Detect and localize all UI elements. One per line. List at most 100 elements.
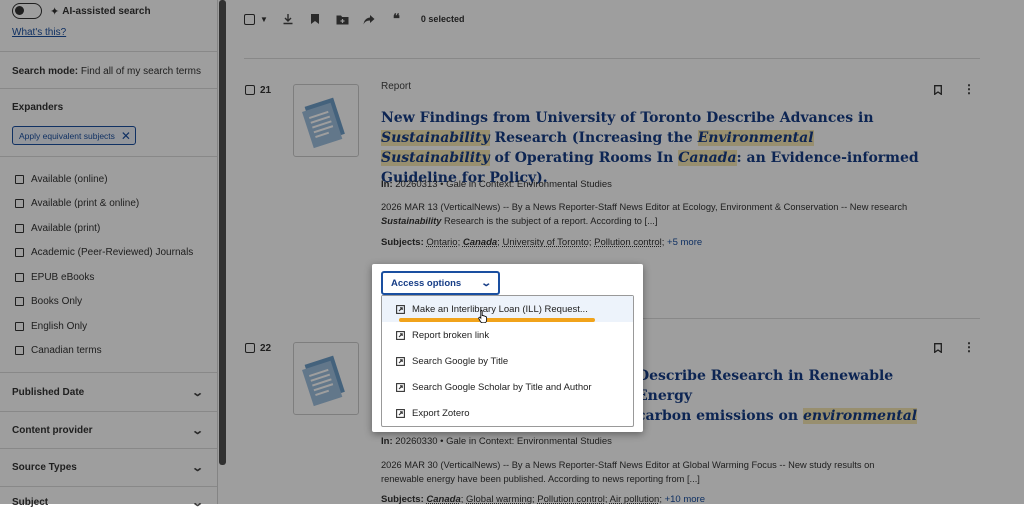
ai-search-toggle-row: ✦ AI-assisted search xyxy=(12,3,151,19)
access-options-button[interactable]: Access options ⌄ xyxy=(381,271,500,295)
source-text: 20260330 • Gale in Context: Environmenta… xyxy=(395,436,612,447)
limiter-checkbox[interactable] xyxy=(15,346,24,356)
title-text: Research (Increasing the xyxy=(489,130,698,146)
chevron-down-icon: ⌄ xyxy=(190,462,204,474)
share-icon[interactable] xyxy=(363,13,376,26)
title-text: of Operating Rooms In xyxy=(489,150,679,166)
divider xyxy=(0,448,217,449)
title-line: carbon emissions on environmental xyxy=(637,406,937,426)
subject-link[interactable]: Canada xyxy=(426,494,460,505)
external-link-icon xyxy=(396,304,405,314)
divider xyxy=(0,88,217,89)
document-thumbnail[interactable] xyxy=(293,342,359,415)
limiter-label: EPUB eBooks xyxy=(31,271,95,283)
menu-item-ill-request[interactable]: Make an Interlibrary Loan (ILL) Request.… xyxy=(382,296,633,323)
subject-link[interactable]: Pollution control xyxy=(594,237,662,248)
divider xyxy=(0,156,217,157)
limiter-label: Books Only xyxy=(31,296,83,308)
accordion-label: Subject xyxy=(12,497,49,508)
menu-item-label: Search Google Scholar by Title and Autho… xyxy=(412,382,592,394)
abstract-line: 2026 MAR 30 (VerticalNews) -- By a News … xyxy=(381,460,875,470)
subject-link[interactable]: Air pollution xyxy=(610,494,660,505)
bookmark-icon[interactable] xyxy=(309,13,322,26)
menu-item-report-broken-link[interactable]: Report broken link xyxy=(382,322,633,348)
filter-sidebar: ✦ AI-assisted search What's this? Search… xyxy=(0,0,218,509)
quote-icon[interactable]: ❝ xyxy=(390,11,403,26)
title-highlight: Environmental xyxy=(697,130,814,146)
more-vertical-icon[interactable]: ⋮ xyxy=(963,83,975,95)
more-vertical-icon[interactable]: ⋮ xyxy=(963,341,975,353)
divider xyxy=(0,486,217,487)
accordion-subject[interactable]: Subject ⌄ xyxy=(12,496,204,509)
limiter-item[interactable]: Available (print) xyxy=(15,216,193,241)
limiter-checkbox[interactable] xyxy=(15,297,24,307)
ai-search-toggle[interactable] xyxy=(12,3,42,19)
download-icon[interactable] xyxy=(282,13,295,26)
subject-link[interactable]: Global warming xyxy=(466,494,532,505)
limiter-label: English Only xyxy=(31,320,88,332)
menu-item-google-title[interactable]: Search Google by Title xyxy=(382,348,633,374)
more-subjects-link[interactable]: +10 more xyxy=(665,494,705,505)
result-title-link[interactable]: New Findings from University of Toronto … xyxy=(381,108,926,188)
subject-link[interactable]: Ontario xyxy=(426,237,457,248)
folder-icon[interactable] xyxy=(336,13,349,26)
menu-item-export-zotero[interactable]: Export Zotero xyxy=(382,401,633,427)
limiter-checkbox[interactable] xyxy=(15,199,24,209)
accordion-source-types[interactable]: Source Types ⌄ xyxy=(12,461,204,474)
limiter-checkbox[interactable] xyxy=(15,272,24,282)
limiter-item[interactable]: Academic (Peer-Reviewed) Journals xyxy=(15,241,193,266)
accordion-published-date[interactable]: Published Date ⌄ xyxy=(12,386,204,399)
accordion-content-provider[interactable]: Content provider ⌄ xyxy=(12,424,204,437)
in-label: In: xyxy=(381,179,393,190)
select-all-checkbox[interactable] xyxy=(244,13,255,25)
whats-this-link[interactable]: What's this? xyxy=(12,27,66,38)
subject-link[interactable]: University of Toronto xyxy=(502,237,588,248)
result-checkbox[interactable] xyxy=(245,343,255,353)
result-subjects: Subjects: Ontario; Canada; University of… xyxy=(381,237,703,248)
limiter-item[interactable]: Available (print & online) xyxy=(15,192,193,217)
subject-link[interactable]: Canada xyxy=(463,237,497,248)
report-icon xyxy=(302,97,345,149)
accordion-label: Source Types xyxy=(12,462,77,473)
chevron-down-icon: ⌄ xyxy=(479,277,492,289)
subject-link[interactable]: Pollution control xyxy=(537,494,605,505)
limiter-item[interactable]: Available (online) xyxy=(15,167,193,192)
limiter-checkbox[interactable] xyxy=(15,321,24,331)
result-source: In: 20260330 • Gale in Context: Environm… xyxy=(381,436,612,447)
title-highlight: environmental xyxy=(802,408,918,424)
divider xyxy=(0,372,217,373)
limiter-checkbox[interactable] xyxy=(15,223,24,233)
result-checkbox[interactable] xyxy=(245,85,255,95)
title-line: Describe Research in Renewable Energy xyxy=(637,368,894,404)
chevron-down-icon: ⌄ xyxy=(190,425,204,437)
abstract-highlight: Sustainability xyxy=(381,216,442,226)
menu-item-google-scholar[interactable]: Search Google Scholar by Title and Autho… xyxy=(382,375,633,401)
bookmark-icon[interactable] xyxy=(934,343,942,353)
bookmark-icon[interactable] xyxy=(934,85,942,95)
close-icon[interactable]: ✕ xyxy=(121,130,131,142)
chevron-down-icon[interactable]: ▼ xyxy=(260,15,268,24)
search-mode-value: Find all of my search terms xyxy=(80,66,201,77)
abstract-text: Research is the subject of a report. Acc… xyxy=(441,216,658,226)
title-text: carbon emissions on xyxy=(637,408,803,424)
divider xyxy=(244,58,980,59)
limiter-item[interactable]: EPUB eBooks xyxy=(15,265,193,290)
menu-item-label: Search Google by Title xyxy=(412,355,509,367)
limiter-checkbox[interactable] xyxy=(15,174,24,184)
chip-label: Apply equivalent subjects xyxy=(19,130,115,141)
result-number: 21 xyxy=(260,85,272,96)
limiter-item[interactable]: Books Only xyxy=(15,290,193,315)
accordion-label: Published Date xyxy=(12,387,85,398)
more-subjects-link[interactable]: +5 more xyxy=(667,237,702,248)
applied-filter-chip[interactable]: Apply equivalent subjects ✕ xyxy=(12,126,136,145)
access-options-menu: Make an Interlibrary Loan (ILL) Request.… xyxy=(381,295,634,427)
external-link-icon xyxy=(396,409,405,419)
document-thumbnail[interactable] xyxy=(293,84,359,157)
limiter-item[interactable]: English Only xyxy=(15,314,193,339)
limiter-checkbox[interactable] xyxy=(15,248,24,258)
title-highlight: Sustainability xyxy=(381,130,490,146)
limiter-item[interactable]: Canadian terms xyxy=(15,339,193,364)
external-link-icon xyxy=(396,357,405,366)
sidebar-scrollbar[interactable] xyxy=(219,0,226,465)
result-title-link[interactable]: Describe Research in Renewable Energy ca… xyxy=(637,366,937,426)
